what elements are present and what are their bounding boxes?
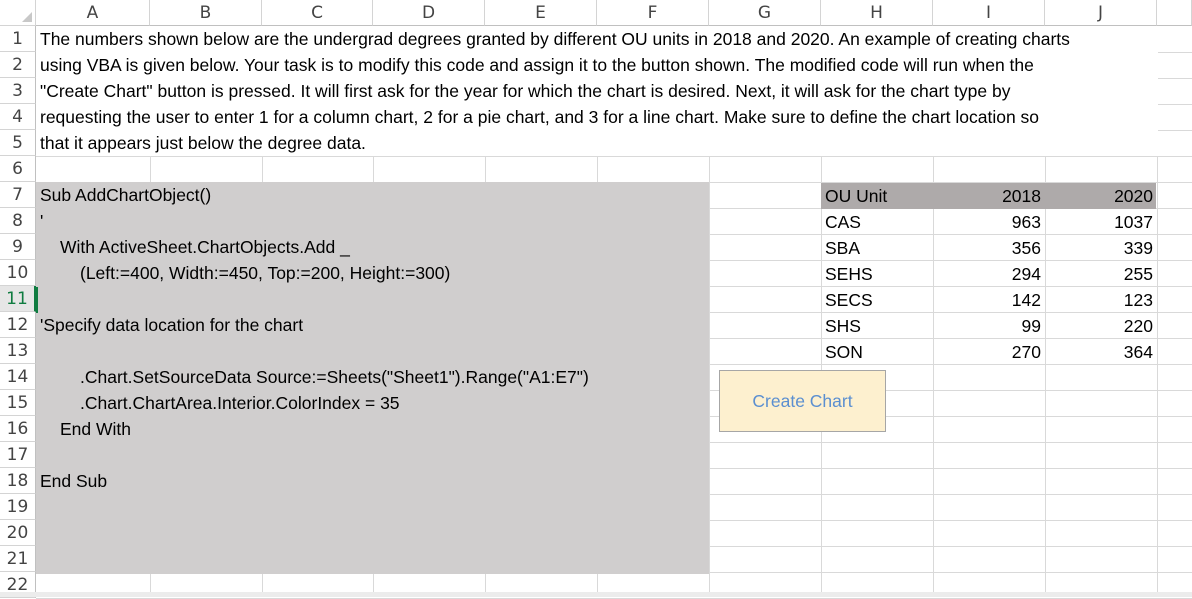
- instruction-line: using VBA is given below. Your task is t…: [40, 55, 1034, 75]
- row-header-3[interactable]: 3: [0, 78, 36, 104]
- row-header-8[interactable]: 8: [0, 208, 36, 234]
- table-cell-unit[interactable]: SHS: [825, 313, 925, 339]
- row-header-1[interactable]: 1: [0, 26, 36, 52]
- column-header-e[interactable]: E: [485, 0, 597, 26]
- row-header-6[interactable]: 6: [0, 156, 36, 182]
- table-cell-2018[interactable]: 294: [933, 261, 1041, 287]
- column-header-c[interactable]: C: [262, 0, 373, 26]
- row-header-20[interactable]: 20: [0, 520, 36, 546]
- table-cell-2018[interactable]: 99: [933, 313, 1041, 339]
- row-header-15[interactable]: 15: [0, 390, 36, 416]
- table-header-2020[interactable]: 2020: [1045, 183, 1153, 209]
- instruction-line: The numbers shown below are the undergra…: [40, 29, 1070, 49]
- row-header-12[interactable]: 12: [0, 312, 36, 338]
- table-header-2018[interactable]: 2018: [933, 183, 1041, 209]
- column-header-f[interactable]: F: [597, 0, 709, 26]
- table-cell-2020[interactable]: 220: [1045, 313, 1153, 339]
- table-header-ou-unit[interactable]: OU Unit: [825, 183, 925, 209]
- spreadsheet[interactable]: ABCDEFGHIJ 1 2 3 4 5 6 7 8 9 10 11 12 13 14 15 16 17 18 19…: [0, 0, 1192, 599]
- table-cell-2018[interactable]: 270: [933, 339, 1041, 365]
- table-cell-2020[interactable]: 1037: [1045, 209, 1153, 235]
- row-header-17[interactable]: 17: [0, 442, 36, 468]
- vba-code-line: Sub AddChartObject(): [40, 185, 212, 205]
- horizontal-scrollbar[interactable]: [0, 592, 1192, 597]
- instructions-block[interactable]: The numbers shown below are the undergra…: [36, 26, 1158, 156]
- row-header-16[interactable]: 16: [0, 416, 36, 442]
- column-header-h[interactable]: H: [821, 0, 933, 26]
- table-cell-2020[interactable]: 364: [1045, 339, 1153, 365]
- column-header-d[interactable]: D: [373, 0, 485, 26]
- vba-code-line: .Chart.SetSourceData Source:=Sheets("She…: [80, 367, 589, 387]
- table-cell-2020[interactable]: 339: [1045, 235, 1153, 261]
- table-cell-unit[interactable]: SON: [825, 339, 925, 365]
- create-chart-button[interactable]: Create Chart: [719, 370, 886, 432]
- table-cell-2020[interactable]: 255: [1045, 261, 1153, 287]
- vba-code-line: .Chart.ChartArea.Interior.ColorIndex = 3…: [80, 393, 400, 413]
- column-header-g[interactable]: G: [709, 0, 821, 26]
- column-header-b[interactable]: B: [150, 0, 262, 26]
- row-header-11[interactable]: 11: [0, 286, 36, 312]
- vba-code-line: ': [40, 211, 44, 231]
- table-cell-unit[interactable]: CAS: [825, 209, 925, 235]
- select-all-corner[interactable]: [0, 0, 36, 26]
- row-header-5[interactable]: 5: [0, 130, 36, 156]
- gridline-horizontal: [36, 156, 1192, 157]
- row-header-10[interactable]: 10: [0, 260, 36, 286]
- column-header-filler: [1157, 0, 1192, 26]
- table-cell-unit[interactable]: SEHS: [825, 261, 925, 287]
- table-cell-unit[interactable]: SBA: [825, 235, 925, 261]
- vba-code-line: End Sub: [40, 471, 108, 491]
- row-header-13[interactable]: 13: [0, 338, 36, 364]
- vba-code-line: With ActiveSheet.ChartObjects.Add _: [60, 237, 350, 257]
- vba-code-line: End With: [60, 419, 131, 439]
- row-header-18[interactable]: 18: [0, 468, 36, 494]
- instruction-line: requesting the user to enter 1 for a col…: [40, 107, 1040, 127]
- create-chart-button-label: Create Chart: [752, 390, 853, 411]
- row-header-7[interactable]: 7: [0, 182, 36, 208]
- table-cell-2018[interactable]: 356: [933, 235, 1041, 261]
- active-cell-indicator: [36, 287, 38, 313]
- row-header-21[interactable]: 21: [0, 546, 36, 572]
- vba-code-line: (Left:=400, Width:=450, Top:=200, Height…: [80, 263, 451, 283]
- instruction-line: that it appears just below the degree da…: [40, 133, 366, 153]
- table-cell-2018[interactable]: 142: [933, 287, 1041, 313]
- row-header-19[interactable]: 19: [0, 494, 36, 520]
- row-header-2[interactable]: 2: [0, 52, 36, 78]
- vba-code-line: 'Specify data location for the chart: [40, 315, 304, 335]
- table-cell-2020[interactable]: 123: [1045, 287, 1153, 313]
- column-header-j[interactable]: J: [1045, 0, 1157, 26]
- row-header-4[interactable]: 4: [0, 104, 36, 130]
- instruction-line: "Create Chart" button is pressed. It wil…: [40, 81, 1011, 101]
- table-cell-unit[interactable]: SECS: [825, 287, 925, 313]
- column-header-a[interactable]: A: [36, 0, 150, 26]
- table-cell-2018[interactable]: 963: [933, 209, 1041, 235]
- column-header-i[interactable]: I: [933, 0, 1045, 26]
- row-header-9[interactable]: 9: [0, 234, 36, 260]
- row-header-14[interactable]: 14: [0, 364, 36, 390]
